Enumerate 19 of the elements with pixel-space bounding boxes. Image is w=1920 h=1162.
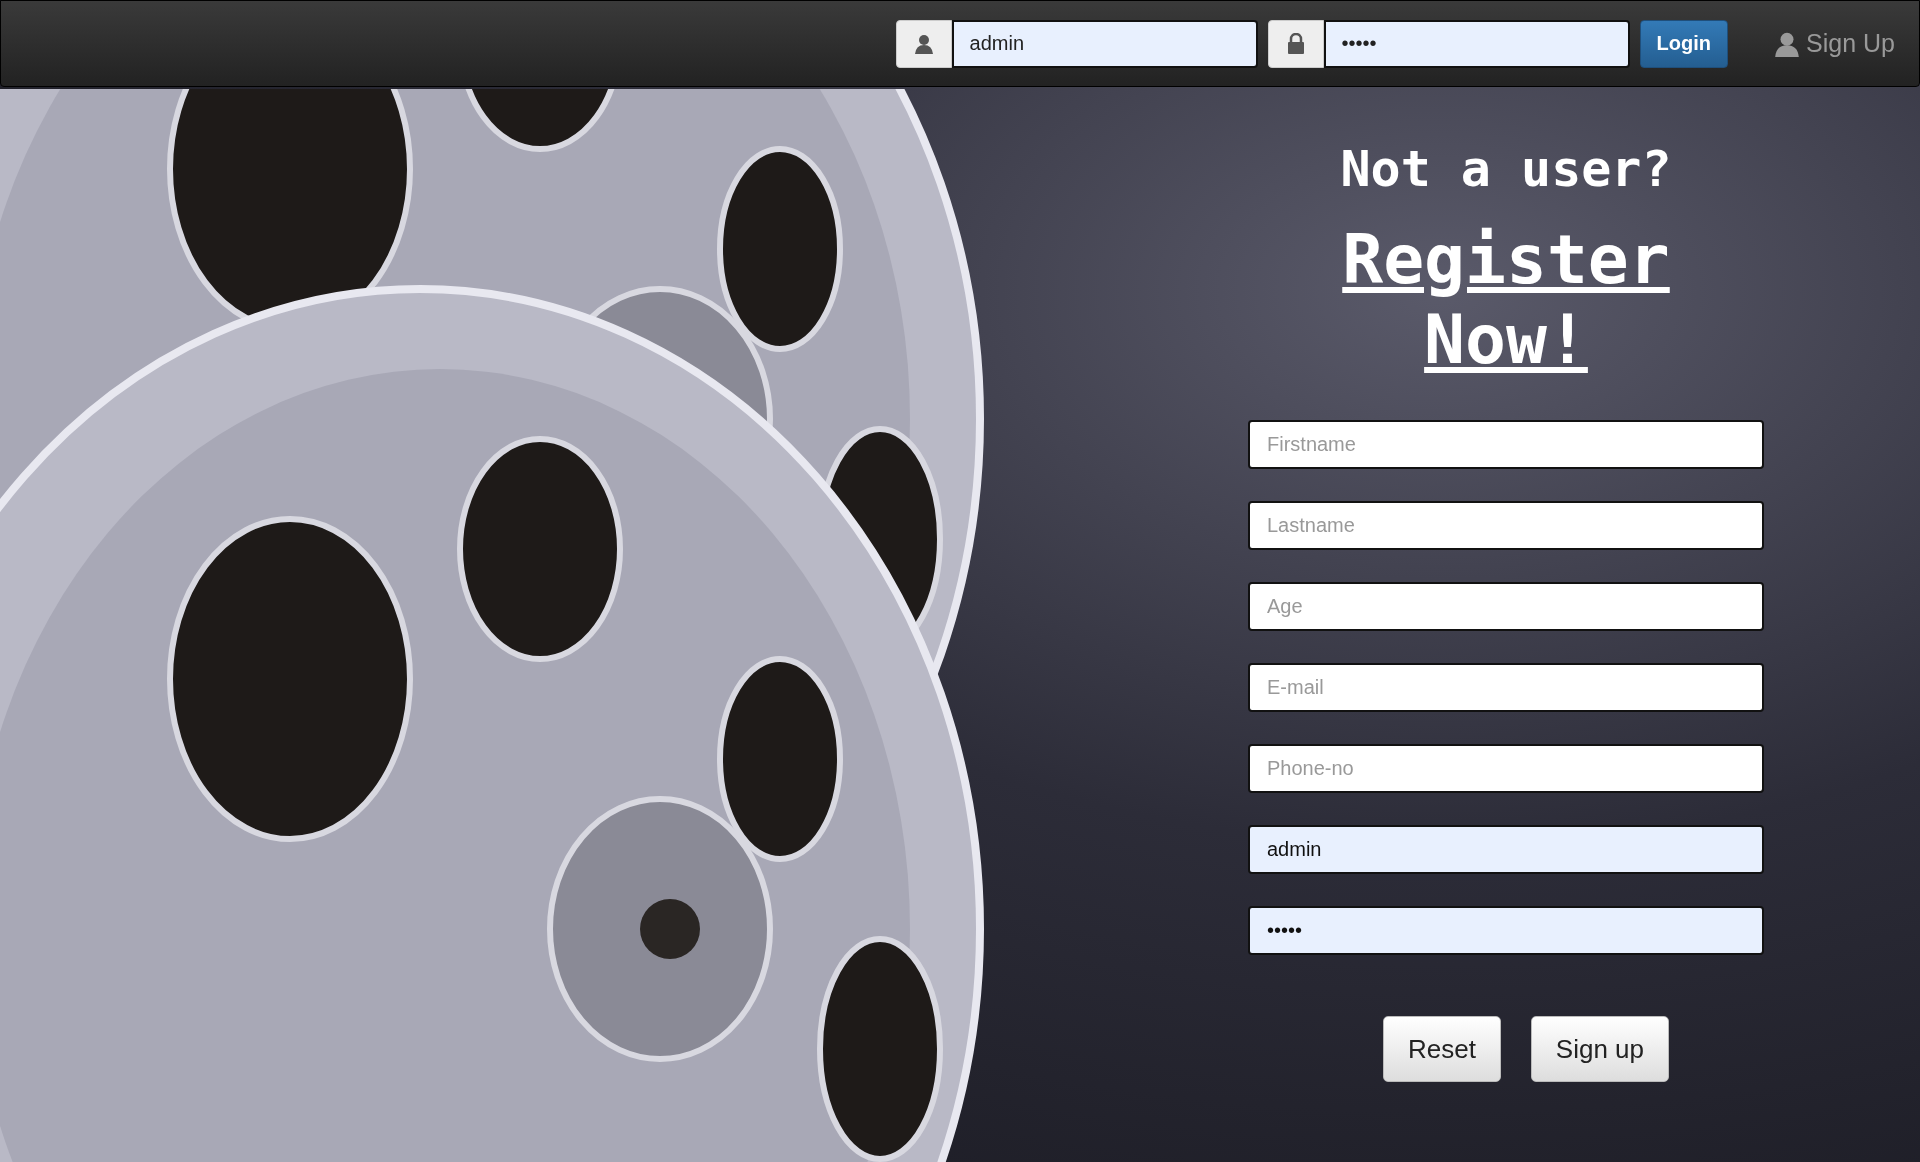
form-heading: Not a user? xyxy=(1340,140,1672,198)
sign-up-link[interactable]: Sign Up xyxy=(1774,29,1895,58)
register-now-link[interactable]: Register Now! xyxy=(1296,220,1716,380)
reset-button[interactable]: Reset xyxy=(1382,1016,1501,1082)
login-button[interactable]: Login xyxy=(1639,19,1729,68)
sign-up-label[interactable]: Sign Up xyxy=(1806,29,1895,58)
password-field[interactable]: ••••• xyxy=(1323,19,1630,68)
input-field[interactable]: Firstname xyxy=(1248,420,1764,469)
input-field[interactable]: Lastname xyxy=(1248,501,1764,550)
input-field[interactable]: E-mail xyxy=(1248,663,1764,712)
input-field[interactable]: ••••• xyxy=(1248,906,1764,955)
input-field[interactable]: Age xyxy=(1248,582,1764,631)
user-icon xyxy=(895,19,952,68)
username-field[interactable]: admin xyxy=(951,19,1258,68)
lock-icon xyxy=(1267,19,1324,68)
user-icon xyxy=(1774,30,1801,57)
sign-up-button[interactable]: Sign up xyxy=(1530,1016,1670,1082)
input-field[interactable]: Phone-no xyxy=(1248,744,1764,793)
input-field[interactable]: admin xyxy=(1248,825,1764,874)
